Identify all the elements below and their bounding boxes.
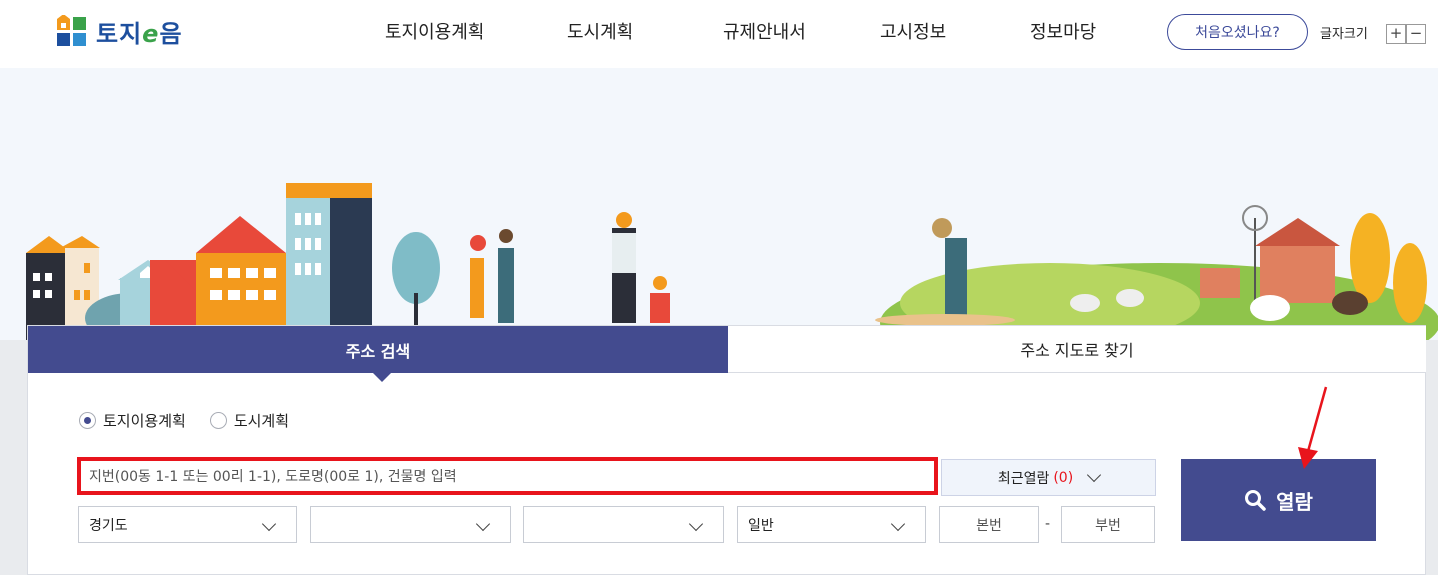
font-decrease-button[interactable]: − [1406, 24, 1426, 44]
active-tab-indicator [373, 373, 391, 382]
logo[interactable]: 토지e음 [56, 14, 183, 48]
header: 토지e음 토지이용계획 도시계획 규제안내서 고시정보 정보마당 처음오셨나요?… [0, 0, 1438, 68]
number-separator: - [1045, 516, 1051, 532]
logo-icon [56, 14, 88, 47]
logo-text-part: 음 [159, 19, 183, 48]
province-select-value: 경기도 [89, 517, 128, 534]
hero-illustration [26, 183, 1438, 340]
first-visit-button[interactable]: 처음오셨나요? [1167, 14, 1308, 50]
radio-label: 토지이용계획 [103, 412, 186, 430]
font-increase-button[interactable]: + [1386, 24, 1406, 44]
tab-address-search[interactable]: 주소 검색 [28, 326, 728, 373]
nav-item-info[interactable]: 정보마당 [1030, 18, 1096, 44]
address-search-input[interactable]: 지번(00동 1-1 또는 00리 1-1), 도로명(00로 1), 건물명 … [77, 457, 938, 495]
font-size-label: 글자크기 [1320, 27, 1368, 42]
radio-land-use[interactable] [79, 412, 96, 429]
recent-label: 최근열람 [997, 470, 1050, 487]
chevron-down-icon [1087, 467, 1102, 483]
logo-text: 토지e음 [96, 14, 183, 49]
tab-map-search[interactable]: 주소 지도로 찾기 [728, 326, 1426, 373]
nav-item-land-use[interactable]: 토지이용계획 [385, 18, 484, 44]
land-type-select[interactable]: 일반 [737, 506, 926, 543]
search-icon [1245, 490, 1266, 511]
radio-checked-dot [84, 417, 91, 424]
city-select[interactable] [310, 506, 511, 543]
recent-view-dropdown[interactable]: 최근열람 (0) [941, 459, 1156, 496]
radio-urban-plan[interactable] [209, 412, 227, 429]
nav-item-regulation[interactable]: 규제안내서 [723, 18, 806, 44]
sub-number-input[interactable]: 부번 [1061, 506, 1155, 543]
chevron-down-icon [261, 516, 277, 532]
radio-label: 도시계획 [233, 412, 290, 430]
recent-count: (0) [1053, 469, 1074, 486]
address-search-panel: 주소 검색 주소 지도로 찾기 토지이용계획 도시계획 지번(00동 1-1 또… [27, 325, 1426, 575]
chevron-down-icon [688, 516, 704, 532]
chevron-down-icon [890, 516, 906, 532]
province-select[interactable]: 경기도 [78, 506, 297, 543]
nav-item-urban-plan[interactable]: 도시계획 [567, 18, 633, 44]
hero-banner [0, 68, 1438, 340]
search-type-radios: 토지이용계획 도시계획 [79, 410, 313, 431]
logo-text-e: e [142, 19, 160, 48]
chevron-down-icon [475, 516, 491, 532]
land-type-select-value: 일반 [748, 517, 774, 534]
nav-item-notice[interactable]: 고시정보 [880, 18, 946, 44]
annotation-arrow-icon [1298, 386, 1328, 469]
logo-text-part: 토지 [96, 19, 143, 48]
view-button-label: 열람 [1276, 489, 1313, 514]
dong-select[interactable] [523, 506, 724, 543]
view-button[interactable]: 열람 [1181, 459, 1376, 541]
main-number-input[interactable]: 본번 [939, 506, 1039, 543]
